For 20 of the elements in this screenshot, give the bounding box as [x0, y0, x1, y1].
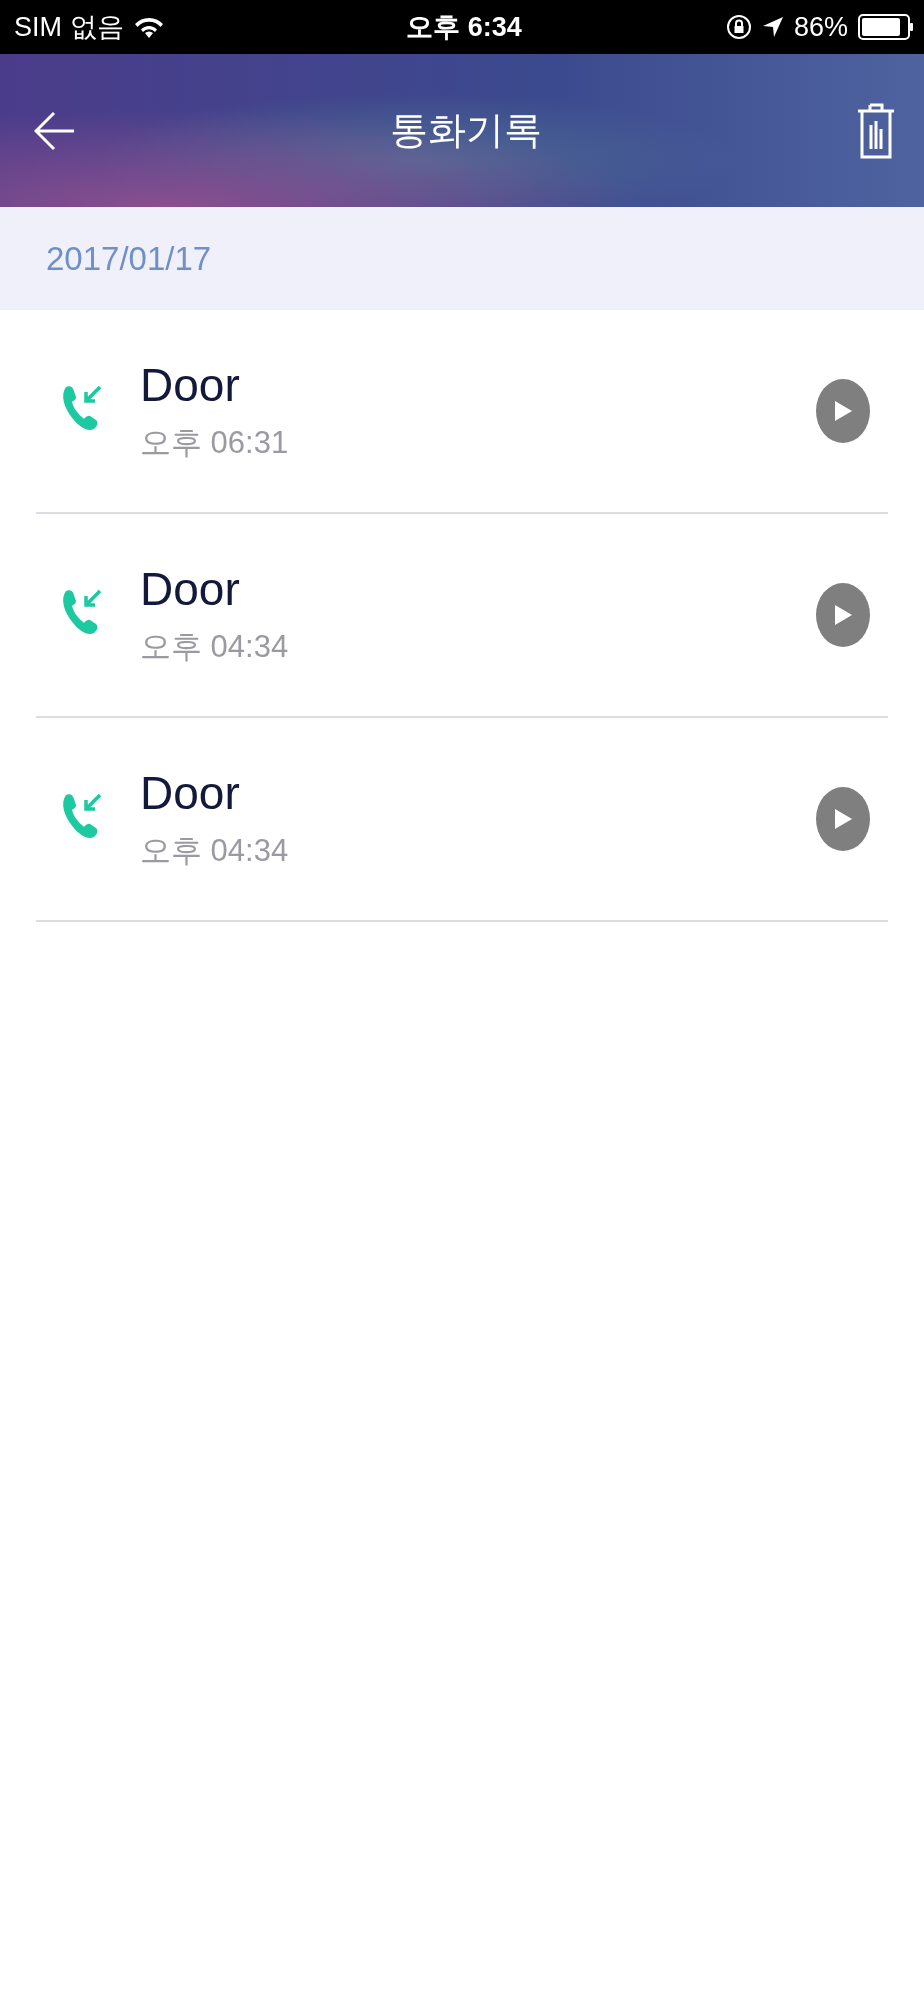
caller-name: Door: [140, 766, 241, 820]
trash-button[interactable]: [856, 102, 896, 159]
call-time: 오후 06:31: [140, 424, 290, 462]
wifi-icon: [133, 16, 164, 38]
caller-name: Door: [140, 358, 241, 412]
battery-icon: [858, 14, 914, 40]
screen-title: 통화기록: [390, 108, 542, 153]
call-time: 오후 04:34: [140, 832, 290, 870]
play-icon: [833, 400, 853, 422]
carrier-text: SIM 없음: [14, 11, 124, 44]
battery-percent: 86%: [793, 11, 848, 43]
location-arrow-icon: [761, 16, 784, 38]
back-button[interactable]: [34, 109, 76, 152]
play-icon: [833, 808, 853, 830]
date-header: 2017/01/17: [46, 239, 212, 278]
clock-text: 오후 6:34: [406, 11, 522, 44]
rotation-lock-icon: [725, 14, 752, 40]
call-time: 오후 04:34: [140, 628, 290, 666]
play-icon: [833, 604, 853, 626]
caller-name: Door: [140, 562, 241, 616]
